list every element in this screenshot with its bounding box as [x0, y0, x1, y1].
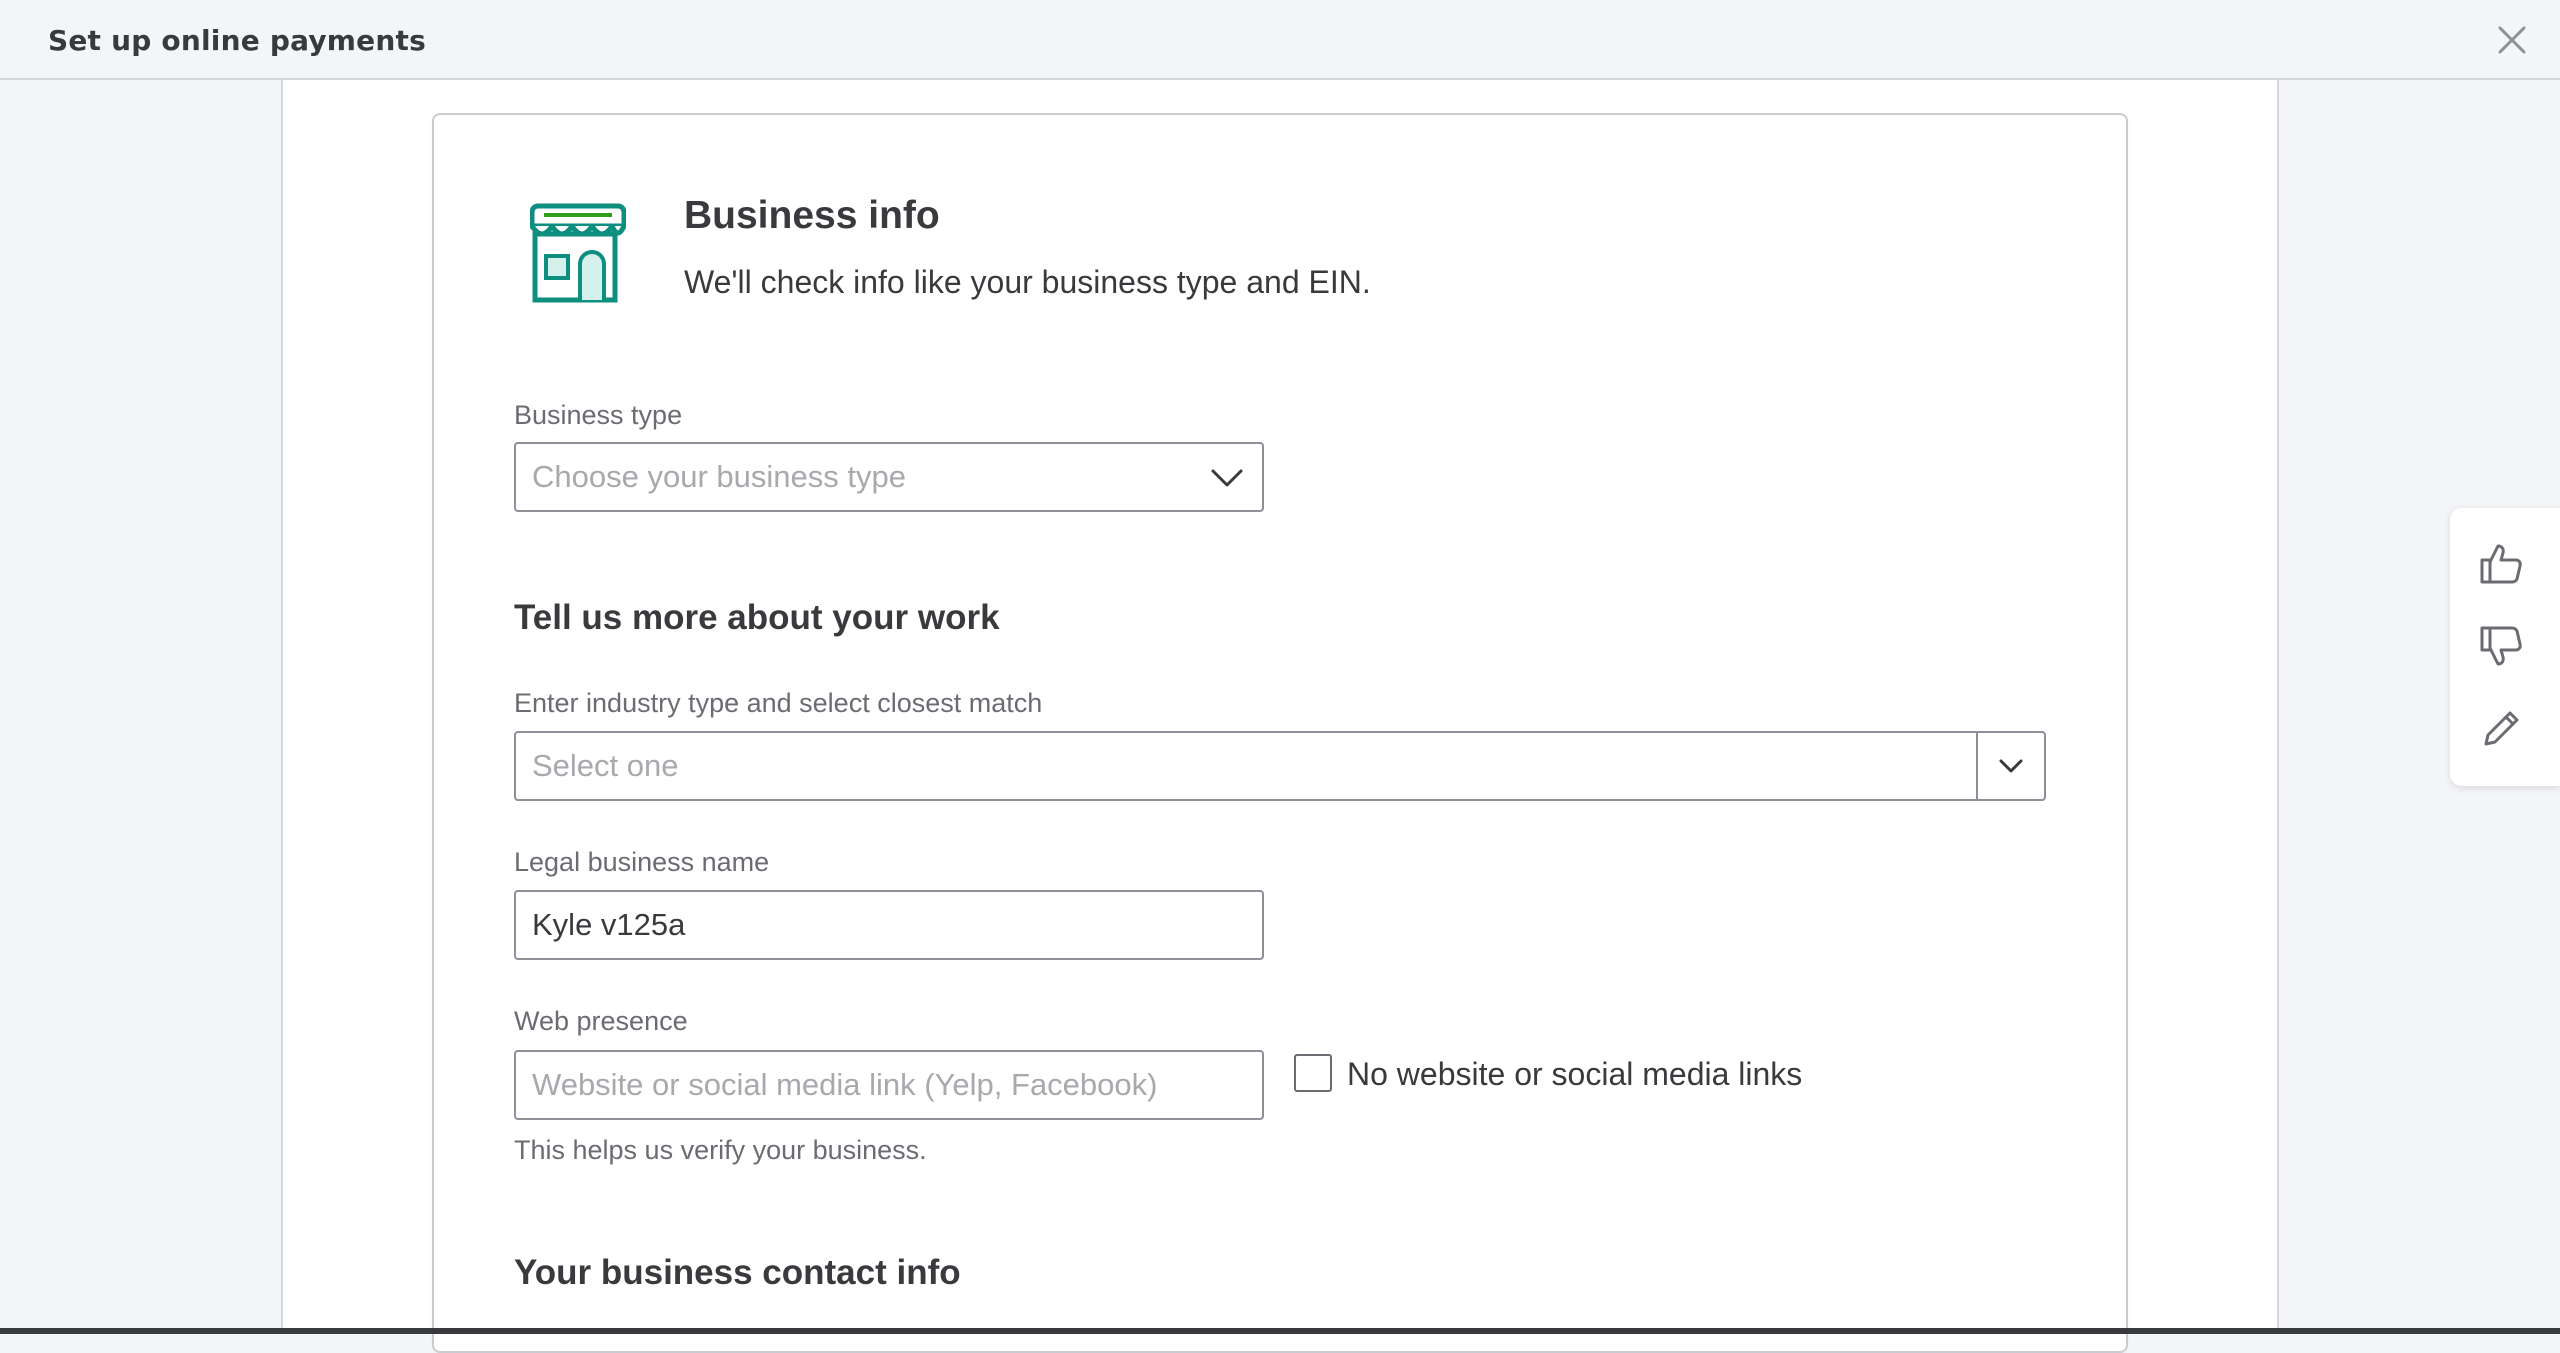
- legal-name-input[interactable]: Kyle v125a: [514, 890, 1264, 960]
- close-icon[interactable]: [2494, 22, 2530, 58]
- bottom-edge: [0, 1328, 2560, 1334]
- business-type-label: Business type: [514, 400, 683, 430]
- legal-name-label: Legal business name: [514, 847, 770, 877]
- window-title: Set up online payments: [48, 24, 426, 57]
- industry-placeholder: Select one: [532, 748, 679, 783]
- feedback-panel: [2450, 508, 2560, 786]
- chevron-down-icon: [1211, 469, 1243, 487]
- industry-combobox[interactable]: Select one: [514, 731, 2046, 801]
- no-website-checkbox[interactable]: [1294, 1054, 1332, 1092]
- top-bar: Set up online payments: [0, 0, 2560, 80]
- thumbs-up-icon[interactable]: [2478, 540, 2524, 586]
- chevron-down-icon[interactable]: [1998, 758, 2024, 774]
- contact-section-heading: Your business contact info: [514, 1253, 961, 1292]
- business-type-placeholder: Choose your business type: [532, 459, 906, 494]
- card-heading: Business info: [684, 194, 940, 237]
- web-presence-placeholder: Website or social media link (Yelp, Face…: [532, 1067, 1158, 1102]
- industry-label: Enter industry type and select closest m…: [514, 688, 1043, 718]
- business-type-select[interactable]: Choose your business type: [514, 442, 1264, 512]
- combobox-divider: [1976, 733, 1978, 799]
- pencil-icon[interactable]: [2478, 706, 2524, 752]
- web-presence-input[interactable]: Website or social media link (Yelp, Face…: [514, 1050, 1264, 1120]
- storefront-icon: [530, 203, 626, 303]
- card-subheading: We'll check info like your business type…: [684, 264, 1371, 300]
- web-presence-helper: This helps us verify your business.: [514, 1135, 927, 1165]
- legal-name-value: Kyle v125a: [532, 907, 686, 942]
- thumbs-down-icon[interactable]: [2478, 624, 2524, 670]
- no-website-label[interactable]: No website or social media links: [1347, 1056, 1802, 1093]
- work-section-heading: Tell us more about your work: [514, 598, 1000, 637]
- web-presence-label: Web presence: [514, 1006, 688, 1036]
